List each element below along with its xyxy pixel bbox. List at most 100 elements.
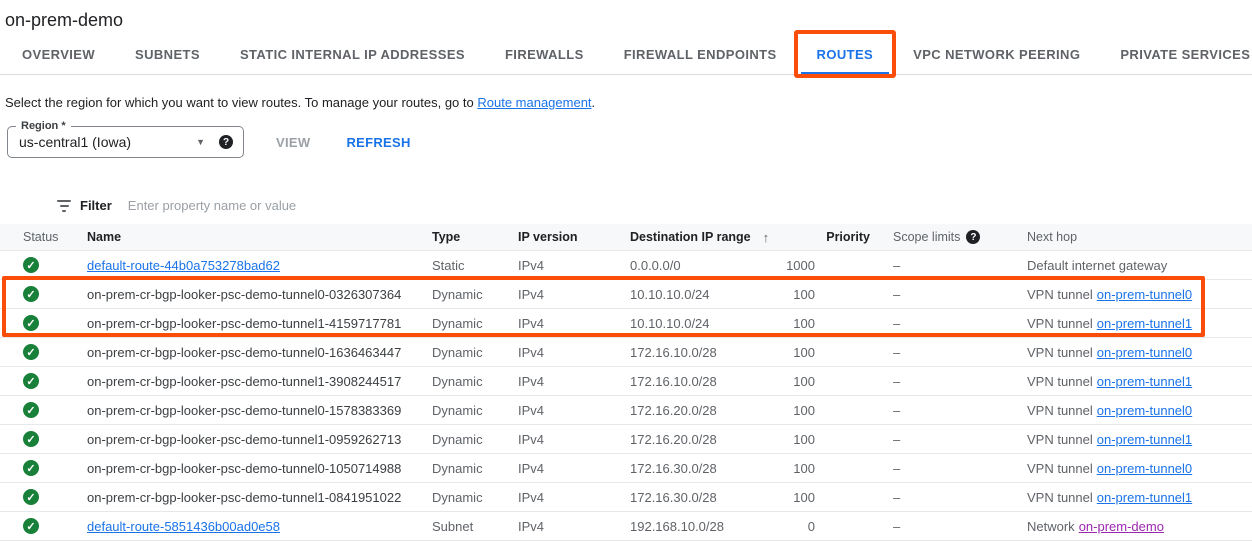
table-row: ✓ on-prem-cr-bgp-looker-psc-demo-tunnel0… <box>0 280 1252 309</box>
region-select[interactable]: Region * us-central1 (Iowa) ▼ ? <box>7 126 244 158</box>
priority-cell: 100 <box>780 461 870 476</box>
next-hop-text: VPN tunnel <box>1027 490 1093 505</box>
tab[interactable]: OVERVIEW <box>2 36 115 74</box>
status-cell: ✓ <box>0 257 87 274</box>
next-hop-text: VPN tunnel <box>1027 316 1093 331</box>
refresh-button[interactable]: REFRESH <box>336 127 420 158</box>
status-ok-icon: ✓ <box>23 402 39 418</box>
name-cell: on-prem-cr-bgp-looker-psc-demo-tunnel0-1… <box>87 345 432 360</box>
status-cell: ✓ <box>0 315 87 332</box>
filter-icon[interactable] <box>57 200 71 212</box>
route-name-text: on-prem-cr-bgp-looker-psc-demo-tunnel0-0… <box>87 287 401 302</box>
ip-version-cell: IPv4 <box>518 432 630 447</box>
tab[interactable]: STATIC INTERNAL IP ADDRESSES <box>220 36 485 74</box>
destination-ip-range-cell: 10.10.10.0/24 <box>630 316 780 331</box>
view-button[interactable]: VIEW <box>266 127 320 158</box>
scope-limits-cell: – <box>870 519 1027 534</box>
col-header-priority[interactable]: Priority <box>780 230 870 244</box>
next-hop-cell: VPN tunnel on-prem-tunnel1 <box>1027 432 1252 447</box>
scope-limits-cell: – <box>870 316 1027 331</box>
table-row: ✓ on-prem-cr-bgp-looker-psc-demo-tunnel1… <box>0 425 1252 454</box>
status-cell: ✓ <box>0 344 87 361</box>
next-hop-text: VPN tunnel <box>1027 345 1093 360</box>
chevron-down-icon[interactable]: ▼ <box>196 137 205 147</box>
type-cell: Static <box>432 258 518 273</box>
tab-label: SUBNETS <box>135 47 200 62</box>
next-hop-text: VPN tunnel <box>1027 287 1093 302</box>
next-hop-cell: VPN tunnel on-prem-tunnel1 <box>1027 490 1252 505</box>
col-header-destination-ip-range[interactable]: Destination IP range ↑ <box>630 230 780 245</box>
status-cell: ✓ <box>0 286 87 303</box>
col-header-name[interactable]: Name <box>87 230 432 244</box>
priority-cell: 100 <box>780 374 870 389</box>
col-header-scope-limits: Scope limits ? <box>870 230 1027 244</box>
route-name-link[interactable]: default-route-5851436b00ad0e58 <box>87 519 280 534</box>
next-hop-text: Network <box>1027 519 1075 534</box>
col-header-ip-version[interactable]: IP version <box>518 230 630 244</box>
tab[interactable]: SUBNETS <box>115 36 220 74</box>
ip-version-cell: IPv4 <box>518 461 630 476</box>
name-cell: on-prem-cr-bgp-looker-psc-demo-tunnel0-0… <box>87 287 432 302</box>
next-hop-link[interactable]: on-prem-tunnel0 <box>1097 345 1192 360</box>
next-hop-link[interactable]: on-prem-tunnel1 <box>1097 316 1192 331</box>
ip-version-cell: IPv4 <box>518 258 630 273</box>
col-header-destination-label: Destination IP range <box>630 230 751 244</box>
status-cell: ✓ <box>0 460 87 477</box>
status-cell: ✓ <box>0 431 87 448</box>
name-cell: default-route-44b0a753278bad62 <box>87 258 432 273</box>
next-hop-cell: VPN tunnel on-prem-tunnel0 <box>1027 403 1252 418</box>
priority-cell: 100 <box>780 287 870 302</box>
scope-limits-cell: – <box>870 258 1027 273</box>
status-cell: ✓ <box>0 402 87 419</box>
next-hop-cell: VPN tunnel on-prem-tunnel0 <box>1027 461 1252 476</box>
tab[interactable]: FIREWALL ENDPOINTS <box>604 36 797 74</box>
name-cell: on-prem-cr-bgp-looker-psc-demo-tunnel1-3… <box>87 374 432 389</box>
tab[interactable]: VPC NETWORK PEERING <box>893 36 1100 74</box>
tab[interactable]: ROUTES <box>797 36 894 74</box>
route-name-text: on-prem-cr-bgp-looker-psc-demo-tunnel1-3… <box>87 374 401 389</box>
route-name-text: on-prem-cr-bgp-looker-psc-demo-tunnel1-0… <box>87 490 401 505</box>
route-name-text: on-prem-cr-bgp-looker-psc-demo-tunnel1-4… <box>87 316 401 331</box>
type-cell: Dynamic <box>432 287 518 302</box>
type-cell: Subnet <box>432 519 518 534</box>
destination-ip-range-cell: 172.16.10.0/28 <box>630 345 780 360</box>
help-icon[interactable]: ? <box>966 230 980 244</box>
name-cell: on-prem-cr-bgp-looker-psc-demo-tunnel1-4… <box>87 316 432 331</box>
name-cell: on-prem-cr-bgp-looker-psc-demo-tunnel1-0… <box>87 490 432 505</box>
route-management-link[interactable]: Route management <box>477 95 591 110</box>
description-text-before: Select the region for which you want to … <box>5 95 477 110</box>
description-text-after: . <box>592 95 596 110</box>
tab-label: OVERVIEW <box>22 47 95 62</box>
status-ok-icon: ✓ <box>23 315 39 331</box>
tab-label: VPC NETWORK PEERING <box>913 47 1080 62</box>
next-hop-link[interactable]: on-prem-tunnel0 <box>1097 461 1192 476</box>
next-hop-visited-link[interactable]: on-prem-demo <box>1079 519 1164 534</box>
route-name-link[interactable]: default-route-44b0a753278bad62 <box>87 258 280 273</box>
table-row: ✓ on-prem-cr-bgp-looker-psc-demo-tunnel1… <box>0 309 1252 338</box>
name-cell: on-prem-cr-bgp-looker-psc-demo-tunnel0-1… <box>87 403 432 418</box>
tab[interactable]: PRIVATE SERVICES ACCESS <box>1100 36 1252 74</box>
next-hop-link[interactable]: on-prem-tunnel1 <box>1097 432 1192 447</box>
table-body: ✓ default-route-44b0a753278bad62 Static … <box>0 251 1252 541</box>
status-ok-icon: ✓ <box>23 286 39 302</box>
tab[interactable]: FIREWALLS <box>485 36 604 74</box>
filter-label[interactable]: Filter <box>80 198 112 213</box>
sort-ascending-icon[interactable]: ↑ <box>763 230 770 245</box>
filter-input[interactable] <box>128 198 1252 213</box>
next-hop-link[interactable]: on-prem-tunnel1 <box>1097 490 1192 505</box>
tab-label: FIREWALLS <box>505 47 584 62</box>
next-hop-text: VPN tunnel <box>1027 374 1093 389</box>
destination-ip-range-cell: 0.0.0.0/0 <box>630 258 780 273</box>
tab-label: STATIC INTERNAL IP ADDRESSES <box>240 47 465 62</box>
next-hop-text: VPN tunnel <box>1027 432 1093 447</box>
type-cell: Dynamic <box>432 345 518 360</box>
col-header-type[interactable]: Type <box>432 230 518 244</box>
ip-version-cell: IPv4 <box>518 287 630 302</box>
page-title: on-prem-demo <box>0 0 1252 32</box>
help-icon[interactable]: ? <box>219 135 233 149</box>
next-hop-link[interactable]: on-prem-tunnel1 <box>1097 374 1192 389</box>
next-hop-link[interactable]: on-prem-tunnel0 <box>1097 287 1192 302</box>
priority-cell: 0 <box>780 519 870 534</box>
region-select-value: us-central1 (Iowa) <box>19 134 196 150</box>
next-hop-link[interactable]: on-prem-tunnel0 <box>1097 403 1192 418</box>
